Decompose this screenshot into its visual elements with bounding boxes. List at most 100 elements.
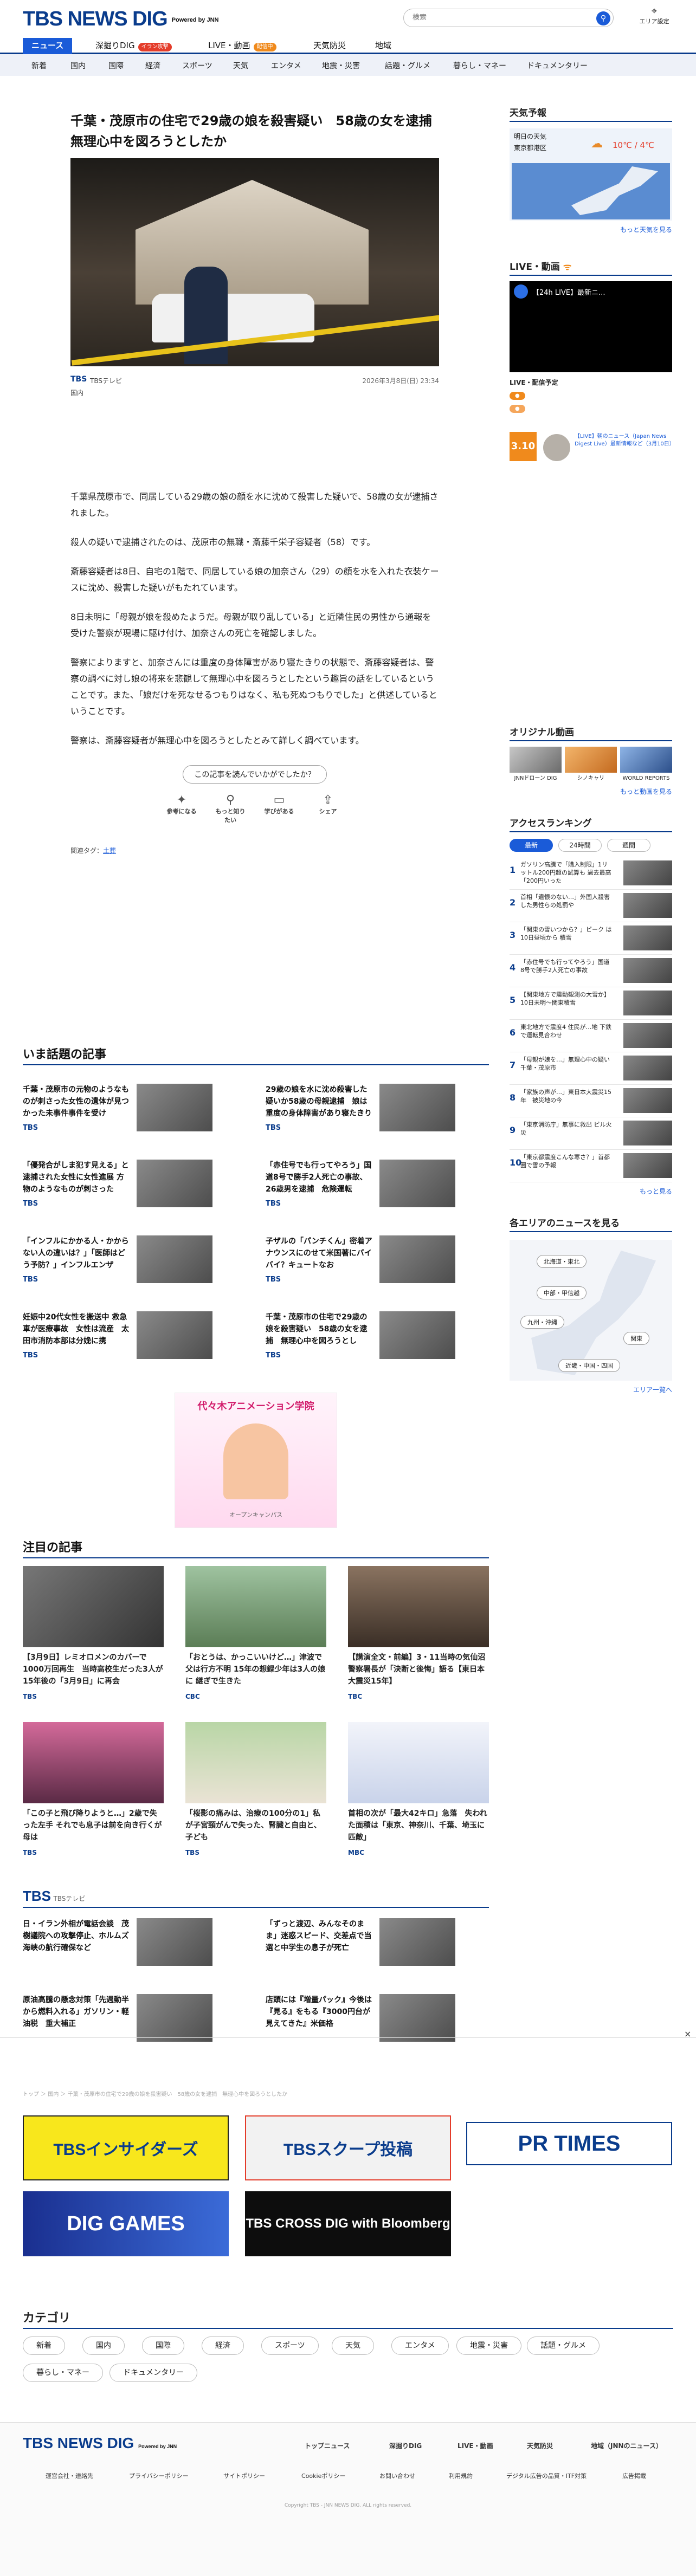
subnav-item[interactable]: 天気 [233, 60, 248, 71]
featured-card[interactable]: 「この子と飛び降りようと…」2歳で失った左手 それでも息子は前を向き行くが 母は… [23, 1722, 164, 1856]
source-name[interactable]: TBSテレビ [90, 376, 122, 385]
featured-card[interactable]: 首相の次が「最大42キロ」急落 失われた面積は「東京、神奈川、千葉、埼玉に匹敵」… [348, 1722, 489, 1856]
category-chip[interactable]: 天気 [332, 2336, 374, 2355]
feedback-learn-button[interactable]: ▭ 学びがある [263, 793, 295, 824]
article-category[interactable]: 国内 [70, 388, 83, 397]
subnav-item[interactable]: 話題・グルメ [385, 60, 430, 71]
footer-nav-item[interactable]: 地域（JNNのニュース） [591, 2441, 662, 2450]
ranking-item[interactable]: 1 ガソリン高騰で「購入制限」1リットル200円超の試算も 過去最高「200円いっ… [510, 857, 672, 890]
region-button[interactable]: 北海道・東北 [537, 1255, 587, 1268]
region-button[interactable]: 九州・沖縄 [520, 1316, 564, 1329]
close-icon[interactable]: × [684, 2029, 691, 2039]
subnav-item[interactable]: 新着 [31, 60, 47, 71]
category-chip[interactable]: ドキュメンタリー [109, 2364, 197, 2382]
hot-article-card[interactable]: 29歳の娘を水に沈め殺害した疑いか58歳の母親逮捕 娘は重度の身体障害があり寝た… [266, 1084, 455, 1147]
hot-article-card[interactable]: 千葉・茂原市の住宅で29歳の娘を殺害疑い 58歳の女を逮捕 無理心中を図ろうとし… [266, 1311, 455, 1374]
hot-article-card[interactable]: 「赤住号でも行ってやろう」国道8号で勝手2人死亡の事故、26歳男を逮捕 危険運転… [266, 1160, 455, 1222]
footer-nav-item[interactable]: トップニュース [305, 2441, 350, 2450]
footer-nav-item[interactable]: 天気防災 [527, 2441, 553, 2450]
ranking-item[interactable]: 7 「母親が娘を…」無理心中の疑い 千葉・茂原市 [510, 1052, 672, 1085]
weather-more-link[interactable]: もっと天気を見る [510, 225, 672, 234]
weather-widget[interactable]: 明日の天気 東京都港区 ☁ 10℃ / 4℃ [510, 128, 672, 221]
category-chip[interactable]: 地震・災害 [456, 2336, 521, 2355]
feedback-more-button[interactable]: ⚲ もっと知りたい [214, 793, 247, 824]
tbs-article-card[interactable]: 「ずっと渡辺、みんなそのまま」迷惑スピード、交差点で当選と中学生の息子が死亡 [266, 1918, 455, 1981]
subnav-item[interactable]: 経済 [145, 60, 160, 71]
category-chip[interactable]: 話題・グルメ [527, 2336, 600, 2355]
banner-scoop[interactable]: TBSスクープ投稿 [245, 2115, 451, 2180]
footer-link[interactable]: プライバシーポリシー [129, 2471, 189, 2480]
gnav-news[interactable]: ニュース [23, 38, 73, 54]
tbs-article-card[interactable]: 日・イラン外相が電話会談 茂樹議院への攻撃停止、ホルムズ海峡の航行確保など [23, 1918, 212, 1981]
subnav-item[interactable]: スポーツ [182, 60, 212, 71]
original-video-item[interactable]: WORLD REPORTS [620, 747, 672, 782]
subnav-item[interactable]: ドキュメンタリー [527, 60, 588, 71]
video-more-link[interactable]: もっと動画を見る [510, 787, 672, 796]
share-button[interactable]: ⇪ シェア [312, 793, 344, 824]
region-button[interactable]: 関東 [623, 1332, 649, 1345]
area-setting-button[interactable]: ⌖ エリア設定 [635, 5, 673, 25]
live-video-player[interactable]: 【24h LIVE】最新ニ... [510, 281, 672, 372]
feedback-helpful-button[interactable]: ✦ 参考になる [165, 793, 198, 824]
ranking-item[interactable]: 5 【関東地方で震動観測の大雪か】10日未明〜関東積雪 [510, 987, 672, 1020]
footer-nav-item[interactable]: 深掘りDIG [389, 2441, 422, 2450]
search-icon[interactable]: ⚲ [596, 11, 610, 25]
subnav-item[interactable]: エンタメ [271, 60, 301, 71]
featured-card[interactable]: 【講演全文・前編】3・11当時の気仙沼警察署長が「決断と後悔」語る【東日本大震災… [348, 1566, 489, 1700]
ranking-tab-24h[interactable]: 24時間 [558, 839, 602, 852]
source-logo[interactable]: TBS [70, 375, 87, 384]
subnav-item[interactable]: 地震・災害 [322, 60, 360, 71]
footer-link[interactable]: 広告掲載 [622, 2471, 646, 2480]
banner-prtimes[interactable]: PR TIMES [466, 2122, 672, 2165]
hot-article-card[interactable]: 子ザルの「パンチくん」密着アナウンスにのせて米国著にバイバイ？キュートなお TBS [266, 1235, 455, 1298]
hot-article-card[interactable]: 「インフルにかかる人・かからない人の違いは？」「医師はどう予防？」インフルエンザ… [23, 1235, 212, 1298]
ranking-item[interactable]: 9 「東京消防庁」無事に救出 ビル火災 [510, 1117, 672, 1150]
live-schedule-item[interactable]: 3.10 【LIVE】朝のニュース（Japan News Digest Live… [510, 432, 675, 470]
region-more-link[interactable]: エリア一覧へ [510, 1385, 672, 1394]
footer-nav-item[interactable]: LIVE・動画 [457, 2441, 493, 2450]
footer-logo[interactable]: TBS NEWS DIG Powered by JNN [23, 2435, 177, 2452]
category-chip[interactable]: スポーツ [261, 2336, 319, 2355]
banner-dig-games[interactable]: DIG GAMES [23, 2191, 229, 2256]
search-input[interactable] [413, 14, 575, 22]
gnav-live[interactable]: LIVE・動画 配信中 [199, 38, 285, 54]
featured-card[interactable]: 「おとうは、かっこいいけど…」津波で父は行方不明 15年の想録少年は3人の娘に … [185, 1566, 326, 1700]
featured-card[interactable]: 「桜影の痛みは、治療の100分の1」私が子宮頸がんで失った、腎臓と自由と、子ども… [185, 1722, 326, 1856]
advertisement[interactable]: 代々木アニメーション学院 オープンキャンパス [175, 1393, 337, 1528]
gnav-weather[interactable]: 天気防災 [305, 38, 355, 54]
category-chip[interactable]: エンタメ [391, 2336, 449, 2355]
search-box[interactable]: ⚲ [403, 9, 614, 27]
gnav-region[interactable]: 地域 [366, 38, 400, 54]
tbs-article-card[interactable]: 原油高騰の懸念対策「先週動半から燃料入れる」ガソリン・軽油税 重大補正 [23, 1994, 212, 2057]
subnav-item[interactable]: 国際 [108, 60, 124, 71]
hot-article-card[interactable]: 千葉・茂原市の元物のようなものが刺さった女性の遺体が見つかった未事件事件を受け T… [23, 1084, 212, 1147]
category-chip[interactable]: 新着 [23, 2336, 65, 2355]
category-chip[interactable]: 国際 [142, 2336, 184, 2355]
gnav-dig[interactable]: 深掘りDIG イラン攻撃 [87, 38, 181, 54]
ranking-item[interactable]: 8 「家族の声が…」東日本大震災15年 被災地の今 [510, 1085, 672, 1117]
ranking-tab-latest[interactable]: 最新 [510, 839, 553, 852]
subnav-item[interactable]: 国内 [70, 60, 86, 71]
ranking-item[interactable]: 4 「赤住号でも行ってやろう」国道8号で勝手2人死亡の事故 [510, 955, 672, 987]
footer-link[interactable]: お問い合わせ [379, 2471, 415, 2480]
footer-link[interactable]: サイトポリシー [223, 2471, 265, 2480]
banner-cross-dig[interactable]: TBS CROSS DIG with Bloomberg [245, 2191, 451, 2256]
footer-link[interactable]: 運営会社・連絡先 [46, 2471, 93, 2480]
original-video-item[interactable]: JNNドローン DIG [510, 747, 562, 782]
original-video-item[interactable]: シノキャリ [565, 747, 617, 782]
ranking-item[interactable]: 3 「関東の雪いつから？」ピーク は10日昼頃から 積雪 [510, 922, 672, 955]
ranking-more-link[interactable]: もっと見る [510, 1187, 672, 1196]
hot-article-card[interactable]: 妊娠中20代女性を搬送中 救急車が医療事故 女性は流産 太田市消防本部は分娩に携… [23, 1311, 212, 1374]
banner-insiders[interactable]: TBSインサイダーズ [23, 2115, 229, 2180]
category-chip[interactable]: 経済 [202, 2336, 244, 2355]
ranking-tab-week[interactable]: 週間 [607, 839, 650, 852]
footer-link[interactable]: 利用規約 [449, 2471, 473, 2480]
ranking-item[interactable]: 2 首相「遺恨のない…」外国人殺害した男性らの処罰や [510, 890, 672, 922]
region-button[interactable]: 近畿・中国・四国 [558, 1359, 620, 1372]
featured-card[interactable]: 【3月9日】レミオロメンのカバーで1000万回再生 当時高校生だった3人が15年… [23, 1566, 164, 1700]
ranking-item[interactable]: 6 東北地方で震度4 住民が…地 下鉄で運転見合わせ [510, 1020, 672, 1052]
footer-link[interactable]: デジタル広告の品質・ITF対策 [506, 2471, 587, 2480]
breadcrumb[interactable]: トップ ＞ 国内 ＞ 千葉・茂原市の住宅で29歳の娘を殺害疑い 58歳の女を逮捕… [23, 2089, 287, 2098]
footer-link[interactable]: Cookieポリシー [301, 2471, 345, 2480]
ranking-item[interactable]: 10 「東京都震度こんな寒さ？」首都圏で雪の予報 [510, 1150, 672, 1182]
